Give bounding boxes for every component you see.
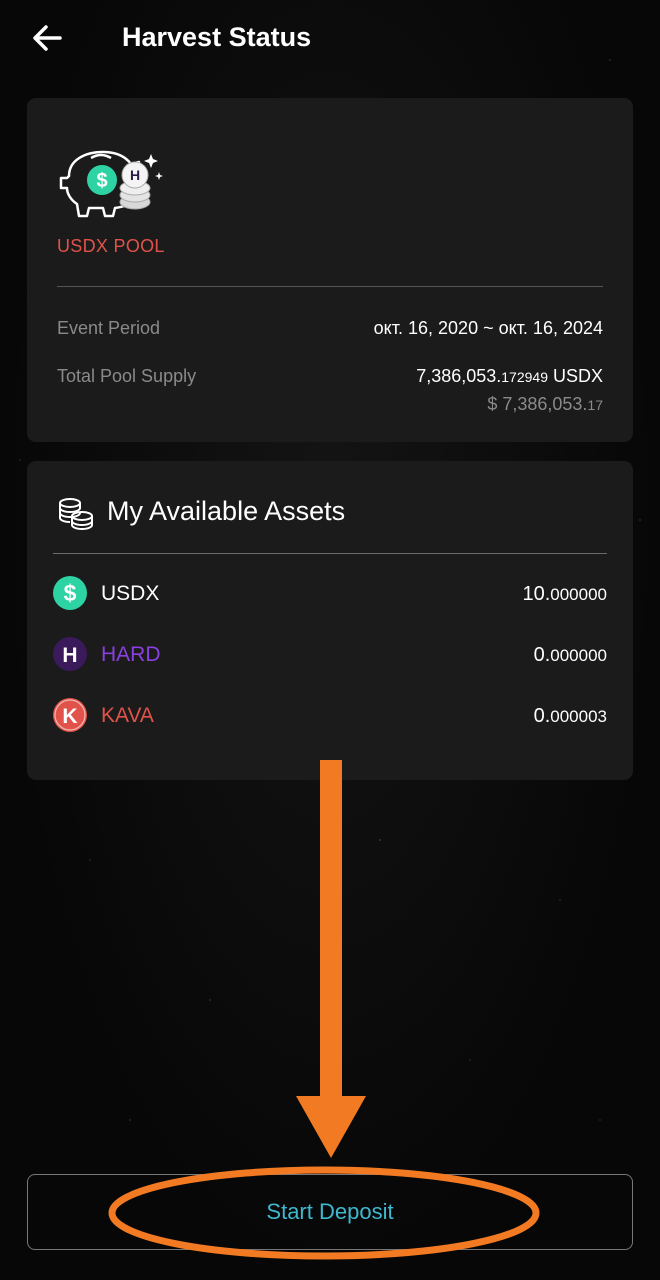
divider xyxy=(57,286,603,287)
token-amount: 10.000000 xyxy=(522,583,607,606)
total-supply-label: Total Pool Supply xyxy=(57,366,197,386)
coins-stack-icon xyxy=(59,498,93,530)
piggy-bank-coins-icon: $ H xyxy=(59,150,163,218)
divider xyxy=(53,553,607,554)
event-period-label: Event Period xyxy=(57,318,161,338)
assets-title: My Available Assets xyxy=(107,496,346,526)
token-name: HARD xyxy=(101,643,161,666)
token-name: USDX xyxy=(101,582,160,605)
event-period-value: окт. 16, 2020 ~ окт. 16, 2024 xyxy=(373,318,603,338)
svg-text:$: $ xyxy=(96,170,107,192)
token-amount: 0.000000 xyxy=(534,644,607,667)
back-button[interactable] xyxy=(26,16,70,60)
amount-decimals: 000003 xyxy=(550,707,607,726)
total-supply-usd-decimals: 17 xyxy=(587,397,603,413)
top-bar: Harvest Status xyxy=(0,0,660,76)
amount-decimals: 000000 xyxy=(550,646,607,665)
svg-text:$: $ xyxy=(64,580,77,606)
svg-text:H: H xyxy=(62,644,77,667)
total-supply-unit: USDX xyxy=(547,366,603,386)
token-name: KAVA xyxy=(101,704,154,727)
total-supply-value: 7,386,053.172949 USDX xyxy=(416,366,603,387)
amount-integer: 0. xyxy=(533,705,551,727)
amount-integer: 10. xyxy=(522,583,551,605)
svg-text:H: H xyxy=(130,167,140,183)
token-amount: 0.000003 xyxy=(534,705,607,728)
amount-integer: 0. xyxy=(533,644,551,666)
asset-row-usdx[interactable]: $ USDX 10.000000 xyxy=(53,574,607,614)
arrow-left-icon xyxy=(33,25,62,51)
total-supply-integer: 7,386,053. xyxy=(416,366,502,386)
assets-card: My Available Assets $ USDX 10.000000 H H… xyxy=(27,461,633,780)
total-supply-usd-integer: $ 7,386,053. xyxy=(487,394,588,414)
pool-card: $ H USDX POOL Event Period окт. 16, 2020… xyxy=(27,98,633,442)
annotation-arrow xyxy=(296,760,366,1158)
pool-name: USDX POOL xyxy=(57,236,165,256)
usdx-token-icon: $ xyxy=(53,576,87,610)
hard-token-icon: H xyxy=(53,637,87,671)
page-title: Harvest Status xyxy=(122,22,312,52)
total-supply-decimals: 172949 xyxy=(501,369,548,385)
svg-text:K: K xyxy=(62,705,77,728)
amount-decimals: 000000 xyxy=(550,585,607,604)
kava-token-icon: K xyxy=(53,698,87,732)
asset-row-kava[interactable]: K KAVA 0.000003 xyxy=(53,696,607,736)
start-deposit-button[interactable]: Start Deposit xyxy=(27,1174,633,1250)
total-supply-usd: $ 7,386,053.17 xyxy=(487,394,603,415)
asset-row-hard[interactable]: H HARD 0.000000 xyxy=(53,635,607,675)
